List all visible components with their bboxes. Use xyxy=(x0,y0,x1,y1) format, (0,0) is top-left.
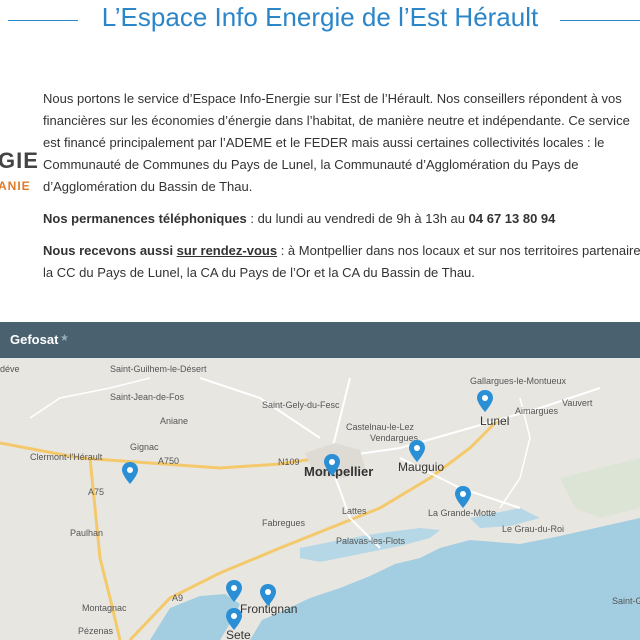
map-place: Montagnac xyxy=(82,603,127,613)
map-place: N109 xyxy=(278,457,300,467)
map[interactable]: Saint-Guilhem-le-Désert déve Saint-Jean-… xyxy=(0,358,640,640)
map-place: Lattes xyxy=(342,506,367,516)
intro-line: Nous portons le service d’Espace Info-En… xyxy=(43,91,622,106)
map-title[interactable]: Gefosat xyxy=(10,332,58,347)
map-place: Saint-Guilhem-le-Désert xyxy=(110,364,207,374)
phone-paragraph: Nos permanences téléphoniques : du lundi… xyxy=(43,208,640,230)
map-place: déve xyxy=(0,364,20,374)
logo-text-bottom: ANIE xyxy=(0,179,31,193)
phone-label: Nos permanences téléphoniques xyxy=(43,211,247,226)
map-pin-icon[interactable] xyxy=(455,486,471,508)
map-place: Fabregues xyxy=(262,518,306,528)
phone-hours: : du lundi au vendredi de 9h à 13h au xyxy=(246,211,469,226)
map-pin-icon[interactable] xyxy=(324,454,340,476)
map-toolbar: Gefosat ★ xyxy=(0,322,640,358)
map-place: Paulhan xyxy=(70,528,104,538)
rdv-paragraph: Nous recevons aussi sur rendez-vous : à … xyxy=(43,240,640,284)
intro-line: Communauté de Communes du Pays de Lunel,… xyxy=(43,157,579,172)
intro-line: financières sur les économies d’énergie … xyxy=(43,113,630,128)
map-pin-icon[interactable] xyxy=(477,390,493,412)
map-pin-icon[interactable] xyxy=(226,608,242,630)
map-place: Gignac xyxy=(130,442,159,452)
star-icon[interactable]: ★ xyxy=(60,333,69,344)
map-place: A750 xyxy=(158,456,180,466)
map-pin-icon[interactable] xyxy=(122,462,138,484)
map-city: Lunel xyxy=(480,414,510,428)
rdv-link[interactable]: sur rendez-vous xyxy=(177,243,277,258)
map-pin-icon[interactable] xyxy=(260,584,276,606)
logo-text-top: GIE xyxy=(0,148,39,173)
intro-paragraph: Nous portons le service d’Espace Info-En… xyxy=(43,88,640,198)
phone-number[interactable]: 04 67 13 80 94 xyxy=(469,211,556,226)
page-title-text: L’Espace Info Energie de l’Est Hérault xyxy=(95,2,545,32)
intro-content: Nous portons le service d’Espace Info-En… xyxy=(43,88,640,294)
rdv-text: : à Montpellier dans nos locaux et sur n… xyxy=(277,243,640,258)
map-city: Mauguio xyxy=(398,460,445,474)
map-place: La Grande-Motte xyxy=(428,508,497,518)
map-place: Pézenas xyxy=(78,626,114,636)
map-place: Aniane xyxy=(160,416,189,426)
map-place: Saint-G xyxy=(612,596,640,606)
rdv-label: Nous recevons aussi xyxy=(43,243,177,258)
intro-line: d’Agglomération du Bassin de Thau. xyxy=(43,179,253,194)
map-place: Saint-Gely-du-Fesc xyxy=(262,400,340,410)
map-place: A9 xyxy=(172,593,184,603)
map-place: Saint-Jean-de-Fos xyxy=(110,392,185,402)
rdv-text-2: la CC du Pays de Lunel, la CA du Pays de… xyxy=(43,265,475,280)
map-pin-icon[interactable] xyxy=(226,580,242,602)
map-place: Aimargues xyxy=(515,406,559,416)
page-header: L’Espace Info Energie de l’Est Hérault xyxy=(0,0,640,44)
map-place: Gallargues-le-Montueux xyxy=(470,376,567,386)
page-title: L’Espace Info Energie de l’Est Hérault xyxy=(0,2,640,33)
map-place: Clermont-l'Hérault xyxy=(30,452,103,462)
map-pin-icon[interactable] xyxy=(409,440,425,462)
map-place: Vauvert xyxy=(562,398,593,408)
map-place: A75 xyxy=(88,487,105,497)
map-place: Castelnau-le-Lez xyxy=(346,422,415,432)
map-place: Palavas-les-Flots xyxy=(336,536,406,546)
map-place: Le Grau-du-Roi xyxy=(502,524,565,534)
intro-line: est financé principalement par l’ADEME e… xyxy=(43,135,605,150)
